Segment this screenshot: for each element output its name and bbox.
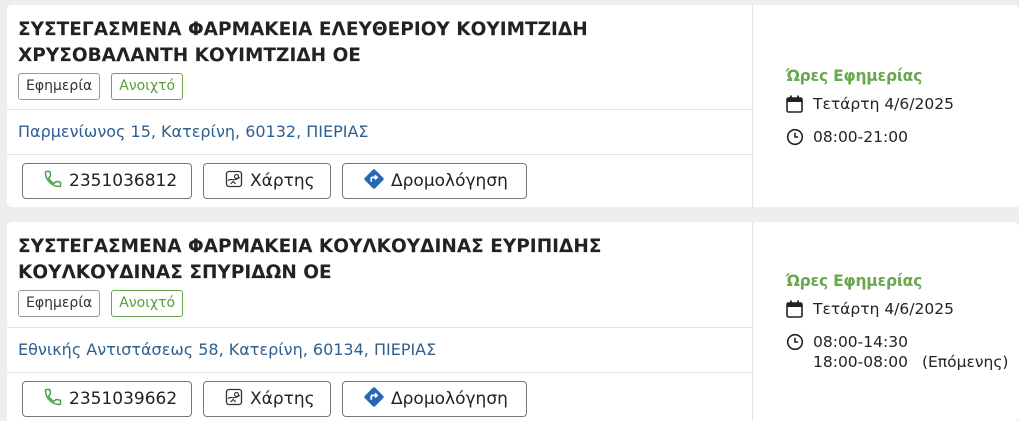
route-button[interactable]: Δρομολόγηση <box>342 381 527 417</box>
pharmacy-card: ΣΥΣΤΕΓΑΣΜΕΝΑ ΦΑΡΜΑΚΕΙΑ ΚΟΥΛΚΟΥΔΙΝΑΣ ΕΥΡΙ… <box>7 222 1019 421</box>
pharmacy-card: ΣΥΣΤΕΓΑΣΜΕΝΑ ΦΑΡΜΑΚΕΙΑ ΕΛΕΥΘΕΡΙΟΥ ΚΟΥΙΜΤ… <box>7 5 1019 207</box>
badges: Εφημερία Ανοιχτό <box>18 73 742 100</box>
map-label: Χάρτης <box>250 389 315 409</box>
pharmacy-main: ΣΥΣΤΕΓΑΣΜΕΝΑ ΦΑΡΜΑΚΕΙΑ ΕΛΕΥΘΕΡΙΟΥ ΚΟΥΙΜΤ… <box>7 5 753 207</box>
duty-hours-panel: Ώρες Εφημερίας Τετάρτη 4/6/2025 08:00-14… <box>753 222 1019 421</box>
pharmacy-name: ΣΥΣΤΕΓΑΣΜΕΝΑ ΦΑΡΜΑΚΕΙΑ ΚΟΥΛΚΟΥΔΙΝΑΣ ΕΥΡΙ… <box>18 236 602 283</box>
duty-date: Τετάρτη 4/6/2025 <box>813 95 954 113</box>
map-button[interactable]: Χάρτης <box>203 381 331 417</box>
call-button[interactable]: 2351036812 <box>22 163 192 199</box>
pharmacy-address[interactable]: Παρμενίωνος 15, Κατερίνη, 60132, ΠΙΕΡΙΑΣ <box>7 110 752 155</box>
duty-hours-title: Ώρες Εφημερίας <box>786 67 923 85</box>
open-badge: Ανοιχτό <box>111 290 184 317</box>
hours-range: 08:00-21:00 <box>813 128 908 146</box>
clock-icon <box>786 332 813 356</box>
duty-date-row: Τετάρτη 4/6/2025 <box>786 299 1019 323</box>
duty-hours-row: 08:00-14:30 18:00-08:00 (Επόμενης) <box>786 332 1019 372</box>
calendar-icon <box>786 94 813 118</box>
duty-date-row: Τετάρτη 4/6/2025 <box>786 94 1019 118</box>
duty-badge: Εφημερία <box>18 73 101 100</box>
duty-hours: 08:00-21:00 <box>813 127 908 147</box>
hours-range: 18:00-08:00 <box>813 353 908 371</box>
route-button[interactable]: Δρομολόγηση <box>342 163 527 199</box>
duty-hours-panel: Ώρες Εφημερίας Τετάρτη 4/6/2025 08:00-21… <box>753 5 1019 207</box>
pharmacy-name: ΣΥΣΤΕΓΑΣΜΕΝΑ ΦΑΡΜΑΚΕΙΑ ΕΛΕΥΘΕΡΙΟΥ ΚΟΥΙΜΤ… <box>18 19 588 66</box>
hours-range-next: 18:00-08:00 (Επόμενης) <box>813 352 1008 372</box>
map-button[interactable]: Χάρτης <box>203 163 331 199</box>
route-diamond-icon <box>363 386 385 413</box>
action-buttons: 2351039662 Χάρτης Δρομολόγηση <box>7 373 752 417</box>
next-day-label: (Επόμενης) <box>921 353 1009 371</box>
duty-hours-row: 08:00-21:00 <box>786 127 1019 151</box>
pharmacy-header: ΣΥΣΤΕΓΑΣΜΕΝΑ ΦΑΡΜΑΚΕΙΑ ΚΟΥΛΚΟΥΔΙΝΑΣ ΕΥΡΙ… <box>7 222 752 328</box>
pharmacy-address[interactable]: Εθνικής Αντιστάσεως 58, Κατερίνη, 60134,… <box>7 328 752 373</box>
call-button[interactable]: 2351039662 <box>22 381 192 417</box>
route-label: Δρομολόγηση <box>391 389 508 409</box>
duty-hours: 08:00-14:30 18:00-08:00 (Επόμενης) <box>813 332 1008 372</box>
pharmacy-header: ΣΥΣΤΕΓΑΣΜΕΝΑ ΦΑΡΜΑΚΕΙΑ ΕΛΕΥΘΕΡΙΟΥ ΚΟΥΙΜΤ… <box>7 5 752 110</box>
phone-icon <box>43 169 63 194</box>
badges: Εφημερία Ανοιχτό <box>18 290 742 317</box>
phone-icon <box>43 387 63 412</box>
duty-hours-title: Ώρες Εφημερίας <box>786 272 923 290</box>
pharmacy-main: ΣΥΣΤΕΓΑΣΜΕΝΑ ΦΑΡΜΑΚΕΙΑ ΚΟΥΛΚΟΥΔΙΝΑΣ ΕΥΡΙ… <box>7 222 753 421</box>
calendar-icon <box>786 299 813 323</box>
map-icon <box>224 387 244 412</box>
phone-number: 2351039662 <box>69 389 178 409</box>
route-label: Δρομολόγηση <box>391 171 508 191</box>
duty-badge: Εφημερία <box>18 290 101 317</box>
duty-date: Τετάρτη 4/6/2025 <box>813 300 954 318</box>
clock-icon <box>786 127 813 151</box>
map-label: Χάρτης <box>250 171 315 191</box>
map-icon <box>224 169 244 194</box>
hours-range: 08:00-14:30 <box>813 333 908 351</box>
action-buttons: 2351036812 Χάρτης Δρομολόγηση <box>7 155 752 199</box>
route-diamond-icon <box>363 168 385 195</box>
open-badge: Ανοιχτό <box>111 73 184 100</box>
phone-number: 2351036812 <box>69 171 178 191</box>
